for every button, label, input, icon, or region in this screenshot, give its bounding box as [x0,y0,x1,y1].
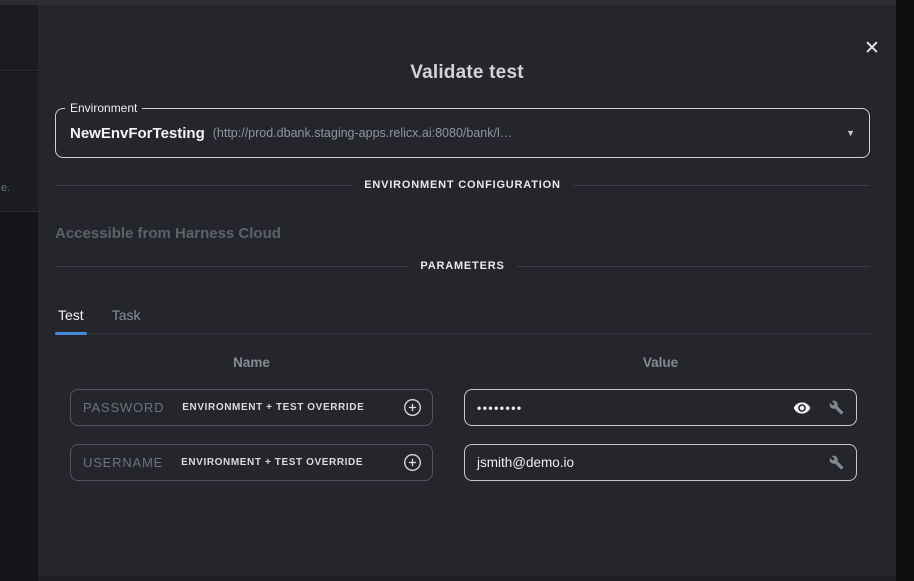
environment-configuration-heading: ENVIRONMENT CONFIGURATION [364,179,560,191]
add-circle-icon[interactable] [403,398,422,417]
background-header-block [0,5,38,71]
close-icon[interactable]: ✕ [858,34,886,62]
column-header-value: Value [464,355,857,370]
username-value: jsmith@demo.io [477,455,574,470]
accessible-note: Accessible from Harness Cloud [55,225,281,242]
validate-test-dialog: ✕ Validate test Environment NewEnvForTes… [38,5,896,576]
table-row-password: PASSWORD ENVIRONMENT + TEST OVERRIDE •••… [38,389,896,426]
password-name-field[interactable]: PASSWORD ENVIRONMENT + TEST OVERRIDE [70,389,433,426]
window-bottom-strip [38,576,896,581]
username-value-field[interactable]: jsmith@demo.io [464,444,857,481]
divider-line [55,266,408,267]
wrench-icon[interactable] [829,455,844,470]
parameter-name: PASSWORD [83,400,164,415]
username-name-field[interactable]: USERNAME ENVIRONMENT + TEST OVERRIDE [70,444,433,481]
wrench-icon[interactable] [829,400,844,415]
override-badge: ENVIRONMENT + TEST OVERRIDE [182,402,364,413]
parameter-tabs: Test Task [55,305,870,334]
window-right-edge [896,0,914,581]
password-value-field[interactable]: •••••••• [464,389,857,426]
divider-line [517,266,870,267]
environment-configuration-divider: ENVIRONMENT CONFIGURATION [55,179,870,191]
table-row-username: USERNAME ENVIRONMENT + TEST OVERRIDE jsm… [38,444,896,481]
parameters-divider: PARAMETERS [55,260,870,272]
parameters-heading: PARAMETERS [420,260,504,272]
background-panel-block: e. [0,72,38,212]
environment-name: NewEnvForTesting [70,125,205,142]
column-header-name: Name [70,355,433,370]
show-password-eye-icon[interactable] [793,399,811,417]
add-circle-icon[interactable] [403,453,422,472]
environment-field-label: Environment [65,101,142,115]
dialog-title: Validate test [38,62,896,84]
background-page-left-edge: e. [0,5,38,581]
password-masked-value: •••••••• [477,401,523,415]
parameter-name: USERNAME [83,455,163,470]
chevron-down-icon[interactable]: ▼ [846,129,855,138]
environment-url: (http://prod.dbank.staging-apps.relicx.a… [213,126,512,140]
tab-task[interactable]: Task [109,305,144,333]
environment-select[interactable]: Environment NewEnvForTesting (http://pro… [55,108,870,158]
divider-line [573,185,870,186]
divider-line [55,185,352,186]
override-badge: ENVIRONMENT + TEST OVERRIDE [181,457,363,468]
background-truncated-text: e. [1,182,10,194]
tab-test[interactable]: Test [55,305,87,333]
